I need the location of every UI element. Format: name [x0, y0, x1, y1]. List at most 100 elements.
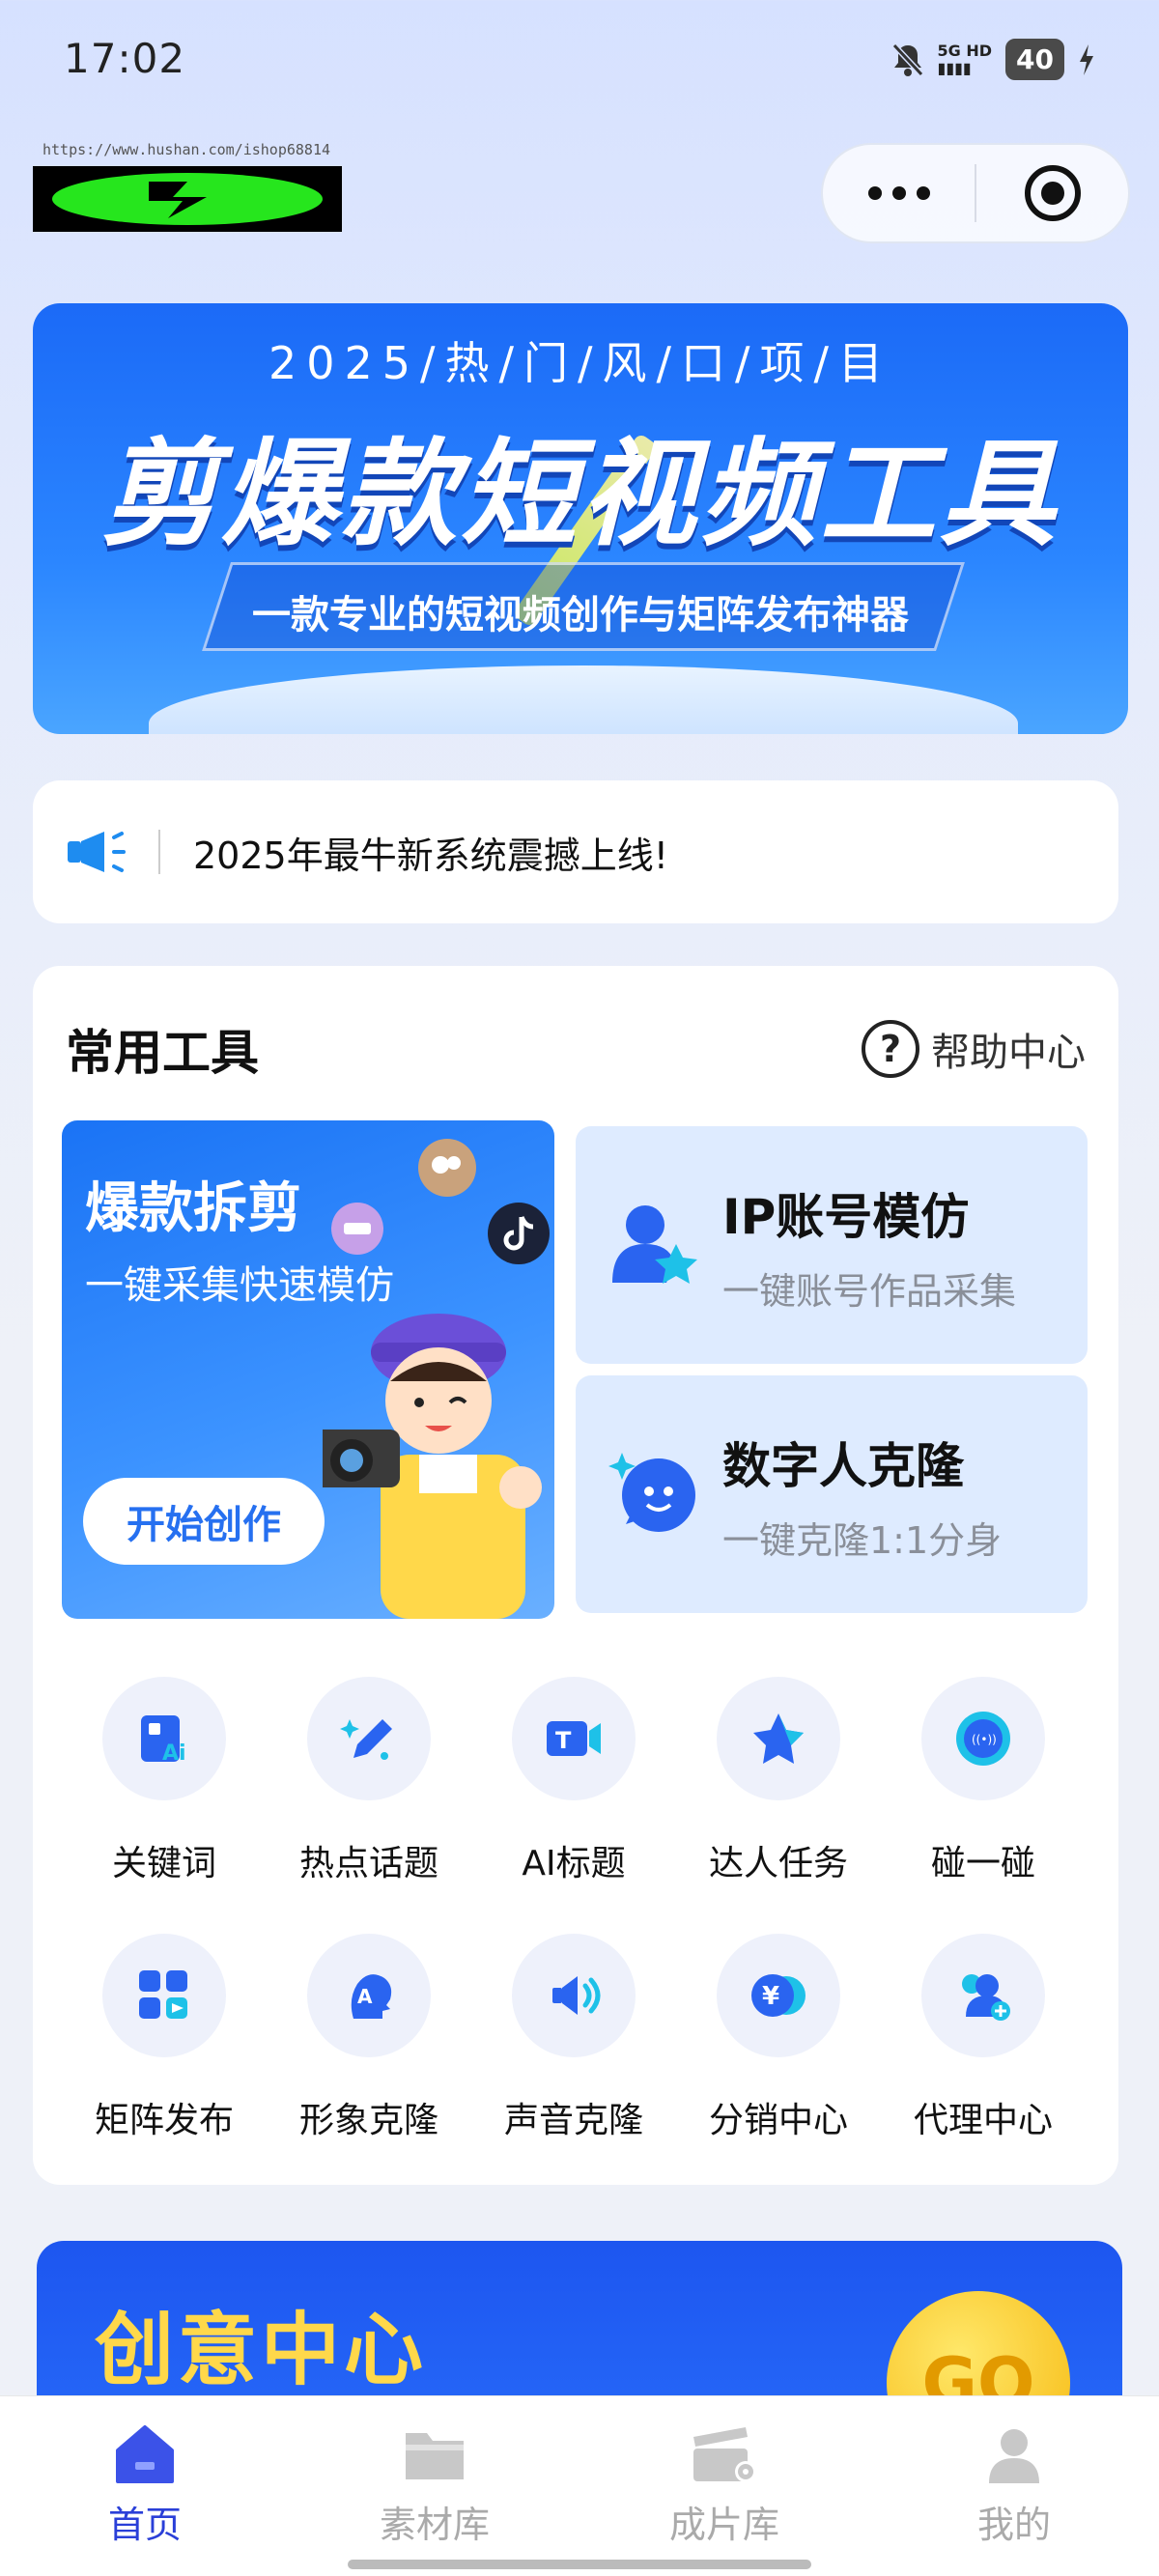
tab-home[interactable]: 首页: [0, 2396, 290, 2576]
video-app-icon: [331, 1203, 383, 1255]
avatar-clone-icon-bg: A: [307, 1934, 431, 2057]
coin-icon: ¥: [751, 1974, 806, 2017]
tool-distribution-center[interactable]: ¥ 分销中心: [676, 1934, 881, 2142]
tool-keyword[interactable]: Ai 关键词: [62, 1677, 267, 1885]
help-center-link[interactable]: ? 帮助中心: [862, 1020, 1086, 1078]
folder-icon: [406, 2433, 464, 2479]
tool-voice-clone[interactable]: 声音克隆: [471, 1934, 676, 2142]
battery-indicator: 40: [1005, 39, 1064, 80]
tab-material-library[interactable]: 素材库: [290, 2396, 580, 2576]
ip-account-imitate-card[interactable]: IP账号模仿 一键账号作品采集: [576, 1126, 1088, 1364]
app-logo: [33, 166, 342, 232]
start-create-button[interactable]: 开始创作: [83, 1478, 325, 1565]
user-icon: [989, 2429, 1039, 2483]
mute-bell-icon: [891, 42, 923, 76]
home-icon: [116, 2425, 174, 2483]
creative-center-title: 创意中心: [95, 2305, 428, 2396]
tool-nfc-tap[interactable]: ((•)) 碰一碰: [881, 1677, 1086, 1885]
tool-label: 碰一碰: [930, 1844, 1035, 1883]
tool-ai-title[interactable]: T AI标题: [471, 1677, 676, 1885]
user-star-icon: [612, 1205, 697, 1284]
camera-app-icon: [418, 1139, 476, 1197]
svg-text:A: A: [357, 1985, 373, 2008]
help-center-label: 帮助中心: [931, 1031, 1086, 1075]
tool-matrix-publish[interactable]: 矩阵发布: [62, 1934, 267, 2142]
svg-text:¥: ¥: [762, 1982, 779, 2011]
tool-label: 代理中心: [913, 2101, 1053, 2140]
keyword-icon-bg: Ai: [102, 1677, 226, 1800]
common-tools-card: 常用工具 ? 帮助中心 爆款拆剪 一键采集快速模仿 开始创作 IP账号模仿 一键…: [33, 966, 1118, 2185]
tool-label: AI标题: [522, 1844, 626, 1883]
douyin-icon: [488, 1203, 550, 1264]
digital-human-subtitle: 一键克隆1:1分身: [722, 1519, 1003, 1562]
svg-text:((•)): ((•)): [972, 1733, 997, 1746]
banner-slogan: 一款专业的短视频创作与矩阵发布神器: [252, 593, 909, 637]
network-indicator: 5G HD ▮▮▮▮: [938, 42, 993, 77]
speaker-icon: [552, 1976, 601, 2015]
pencil-sparkle-icon: [340, 1719, 392, 1760]
avatar-clone-icon: A: [351, 1974, 392, 2019]
voice-clone-icon-bg: [512, 1934, 636, 2057]
ai-card-icon: Ai: [141, 1715, 186, 1766]
close-button[interactable]: [976, 145, 1128, 241]
mini-program-capsule: [821, 143, 1130, 243]
logo-emblem: [52, 173, 323, 225]
hot-topics-icon-bg: [307, 1677, 431, 1800]
users-add-icon: [962, 1974, 1010, 2021]
ip-account-title: IP账号模仿: [722, 1189, 970, 1245]
notice-bar[interactable]: 2025年最牛新系统震撼上线!: [33, 780, 1118, 923]
hero-banner[interactable]: 2025/热/门/风/口/项/目 剪爆款短视频工具 一款专业的短视频创作与矩阵发…: [33, 303, 1128, 734]
more-dots-icon: [867, 186, 930, 200]
ip-account-subtitle: 一键账号作品采集: [722, 1270, 1017, 1313]
logo-url: https://www.hushan.com/ishop68814: [42, 141, 331, 158]
tool-influencer-task[interactable]: 达人任务: [676, 1677, 881, 1885]
tool-avatar-clone[interactable]: A 形象克隆: [267, 1934, 471, 2142]
lightning-icon: [149, 182, 207, 218]
charging-icon: [1080, 43, 1093, 75]
tool-label: 声音克隆: [503, 2101, 643, 2140]
tool-label: 分销中心: [708, 2101, 848, 2140]
network-type: 5G HD: [937, 41, 993, 60]
character-illustration: [323, 1314, 542, 1619]
nfc-icon: ((•)): [956, 1712, 1010, 1766]
section-title: 常用工具: [66, 1025, 259, 1081]
question-icon: ?: [862, 1020, 919, 1078]
home-indicator[interactable]: [348, 2560, 811, 2569]
more-button[interactable]: [823, 145, 975, 241]
megaphone-icon: [68, 832, 126, 872]
tab-label: 首页: [107, 2504, 182, 2546]
bottom-tab-bar: 首页 素材库 成片库 我的: [0, 2395, 1159, 2576]
tool-label: 形象克隆: [298, 2101, 438, 2140]
star-icon: [753, 1713, 804, 1764]
tool-label: 关键词: [111, 1844, 216, 1883]
tool-agent-center[interactable]: 代理中心: [881, 1934, 1086, 2142]
signal-bars: ▮▮▮▮: [937, 58, 972, 77]
banner-subtitle: 2025/热/门/风/口/项/目: [268, 337, 893, 389]
status-indicators: 5G HD ▮▮▮▮ 40: [891, 39, 1095, 80]
grid-publish-icon: [139, 1970, 187, 2019]
tool-label: 热点话题: [298, 1844, 438, 1883]
notice-divider: [158, 830, 160, 874]
clapper-icon: [693, 2427, 756, 2482]
agent-center-icon-bg: [921, 1934, 1045, 2057]
tab-label: 素材库: [379, 2504, 490, 2546]
text-video-icon: T: [547, 1721, 601, 1756]
chat-bot-icon: [608, 1453, 695, 1532]
viral-remix-card[interactable]: 爆款拆剪 一键采集快速模仿 开始创作: [62, 1120, 554, 1619]
viral-remix-title: 爆款拆剪: [85, 1177, 301, 1240]
svg-text:T: T: [555, 1727, 572, 1754]
target-close-icon: [1024, 165, 1081, 221]
tab-label: 成片库: [668, 2504, 779, 2546]
tab-mine[interactable]: 我的: [869, 2396, 1159, 2576]
status-time: 17:02: [64, 35, 186, 82]
tab-label: 我的: [976, 2504, 1051, 2546]
tool-label: 达人任务: [708, 1844, 848, 1883]
nfc-tap-icon-bg: ((•)): [921, 1677, 1045, 1800]
influencer-task-icon-bg: [717, 1677, 840, 1800]
digital-human-title: 数字人克隆: [722, 1438, 964, 1494]
banner-title: 剪爆款短视频工具: [101, 428, 1060, 562]
tool-hot-topics[interactable]: 热点话题: [267, 1677, 471, 1885]
digital-human-clone-card[interactable]: 数字人克隆 一键克隆1:1分身: [576, 1375, 1088, 1613]
matrix-publish-icon-bg: [102, 1934, 226, 2057]
tab-finished-videos[interactable]: 成片库: [580, 2396, 869, 2576]
